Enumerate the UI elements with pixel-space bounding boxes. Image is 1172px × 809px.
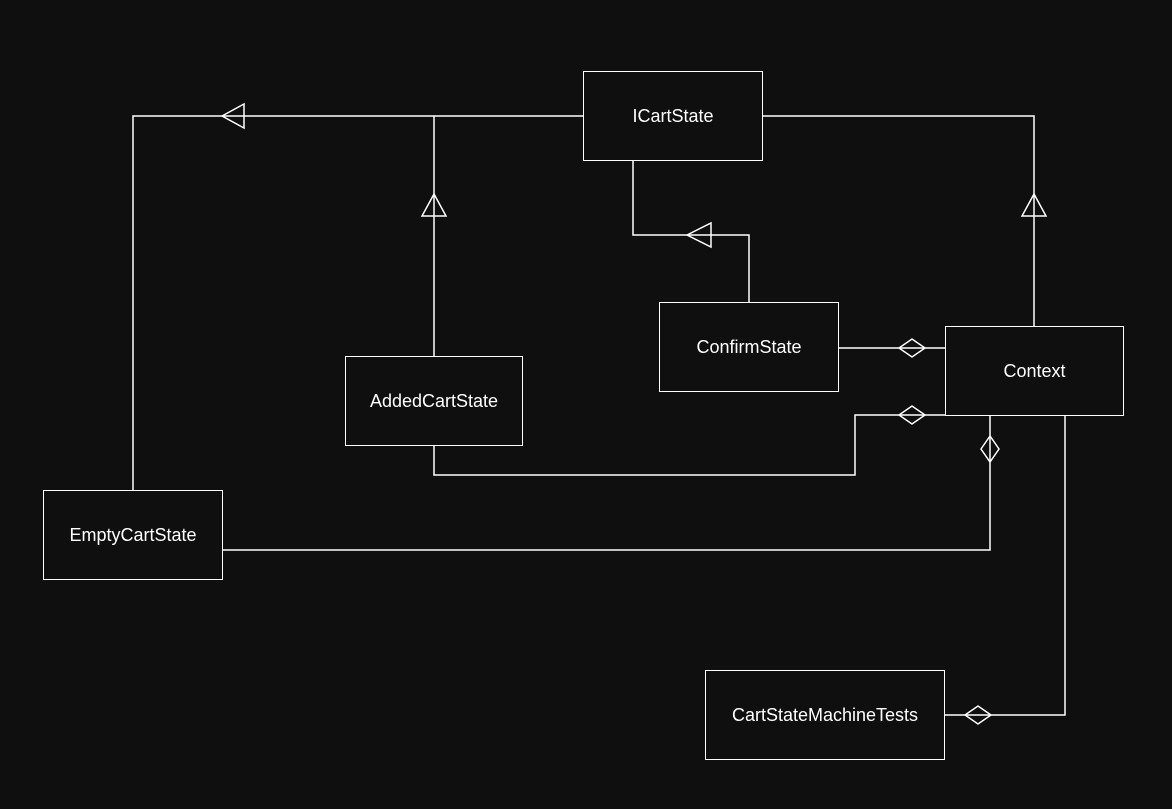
agg-diamond-icon — [965, 706, 991, 724]
diagram-canvas: ICartState AddedCartState ConfirmState C… — [0, 0, 1172, 809]
class-label: AddedCartState — [370, 391, 498, 412]
edge-tests-to-context — [945, 416, 1065, 715]
gen-arrow-icon — [687, 223, 711, 247]
class-label: EmptyCartState — [69, 525, 196, 546]
edge-confirmstate-to-icartstate — [633, 161, 749, 302]
agg-diamond-icon — [899, 339, 925, 357]
agg-diamond-icon — [899, 406, 925, 424]
gen-arrow-icon — [222, 104, 244, 128]
class-emptycartstate[interactable]: EmptyCartState — [43, 490, 223, 580]
edge-emptycart-to-context — [223, 416, 990, 550]
class-addedcartstate[interactable]: AddedCartState — [345, 356, 523, 446]
class-label: ConfirmState — [696, 337, 801, 358]
gen-arrow-icon — [1022, 194, 1046, 216]
agg-diamond-icon — [981, 436, 999, 462]
class-label: ICartState — [632, 106, 713, 127]
class-icartstate[interactable]: ICartState — [583, 71, 763, 161]
class-confirmstate[interactable]: ConfirmState — [659, 302, 839, 392]
class-label: CartStateMachineTests — [732, 705, 918, 726]
gen-arrow-icon — [422, 194, 446, 216]
class-context[interactable]: Context — [945, 326, 1124, 416]
edge-context-to-icartstate — [763, 116, 1034, 326]
class-cartstatemachinetests[interactable]: CartStateMachineTests — [705, 670, 945, 760]
class-label: Context — [1003, 361, 1065, 382]
